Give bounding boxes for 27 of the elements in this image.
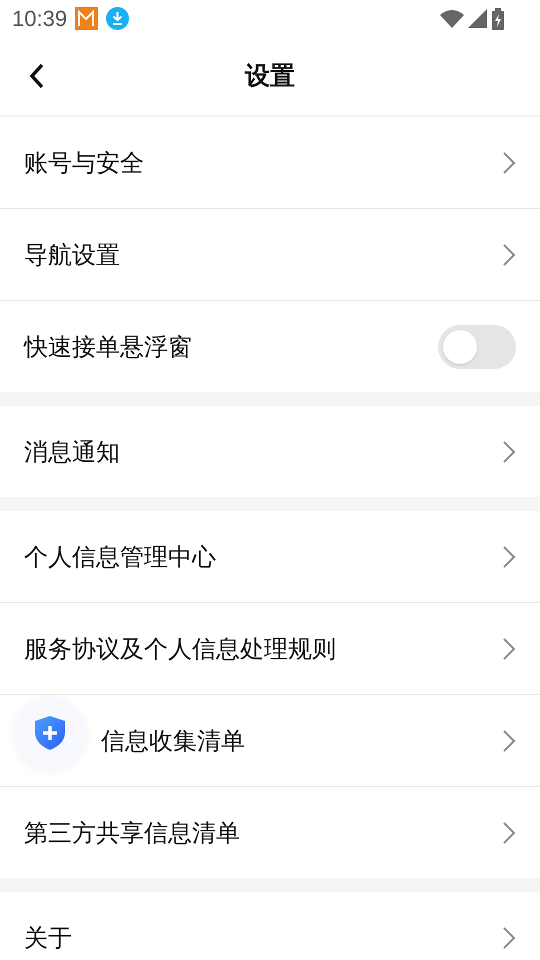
row-label: 导航设置 <box>24 240 120 270</box>
row-label: 第三方共享信息清单 <box>24 818 240 848</box>
page-title: 设置 <box>245 60 295 92</box>
chevron-right-icon <box>502 544 516 568</box>
row-label: 消息通知 <box>24 436 120 468</box>
back-icon <box>29 63 45 89</box>
app-notification-icon <box>75 7 98 30</box>
download-icon <box>106 7 130 30</box>
signal-icon <box>468 8 488 28</box>
chevron-right-icon <box>502 820 516 844</box>
status-time: 10:39 <box>12 5 68 33</box>
row-label: 关于 <box>24 922 72 954</box>
chevron-right-icon <box>502 636 516 660</box>
row-label: 个人信息管理中心 <box>24 542 216 572</box>
chevron-right-icon <box>502 242 516 266</box>
chevron-right-icon <box>502 926 516 950</box>
battery-icon <box>492 8 504 30</box>
shield-plus-icon <box>34 715 66 751</box>
row-label: 服务协议及个人信息处理规则 <box>24 634 336 664</box>
toggle-switch[interactable] <box>438 324 516 368</box>
chevron-right-icon <box>502 728 516 752</box>
chevron-right-icon <box>502 440 516 464</box>
row-label: 快速接单悬浮窗 <box>24 332 192 362</box>
row-label: 账号与安全 <box>24 148 144 178</box>
wifi-icon <box>440 8 464 28</box>
chevron-right-icon <box>502 150 516 174</box>
row-label: 信息收集清单 <box>101 726 245 756</box>
